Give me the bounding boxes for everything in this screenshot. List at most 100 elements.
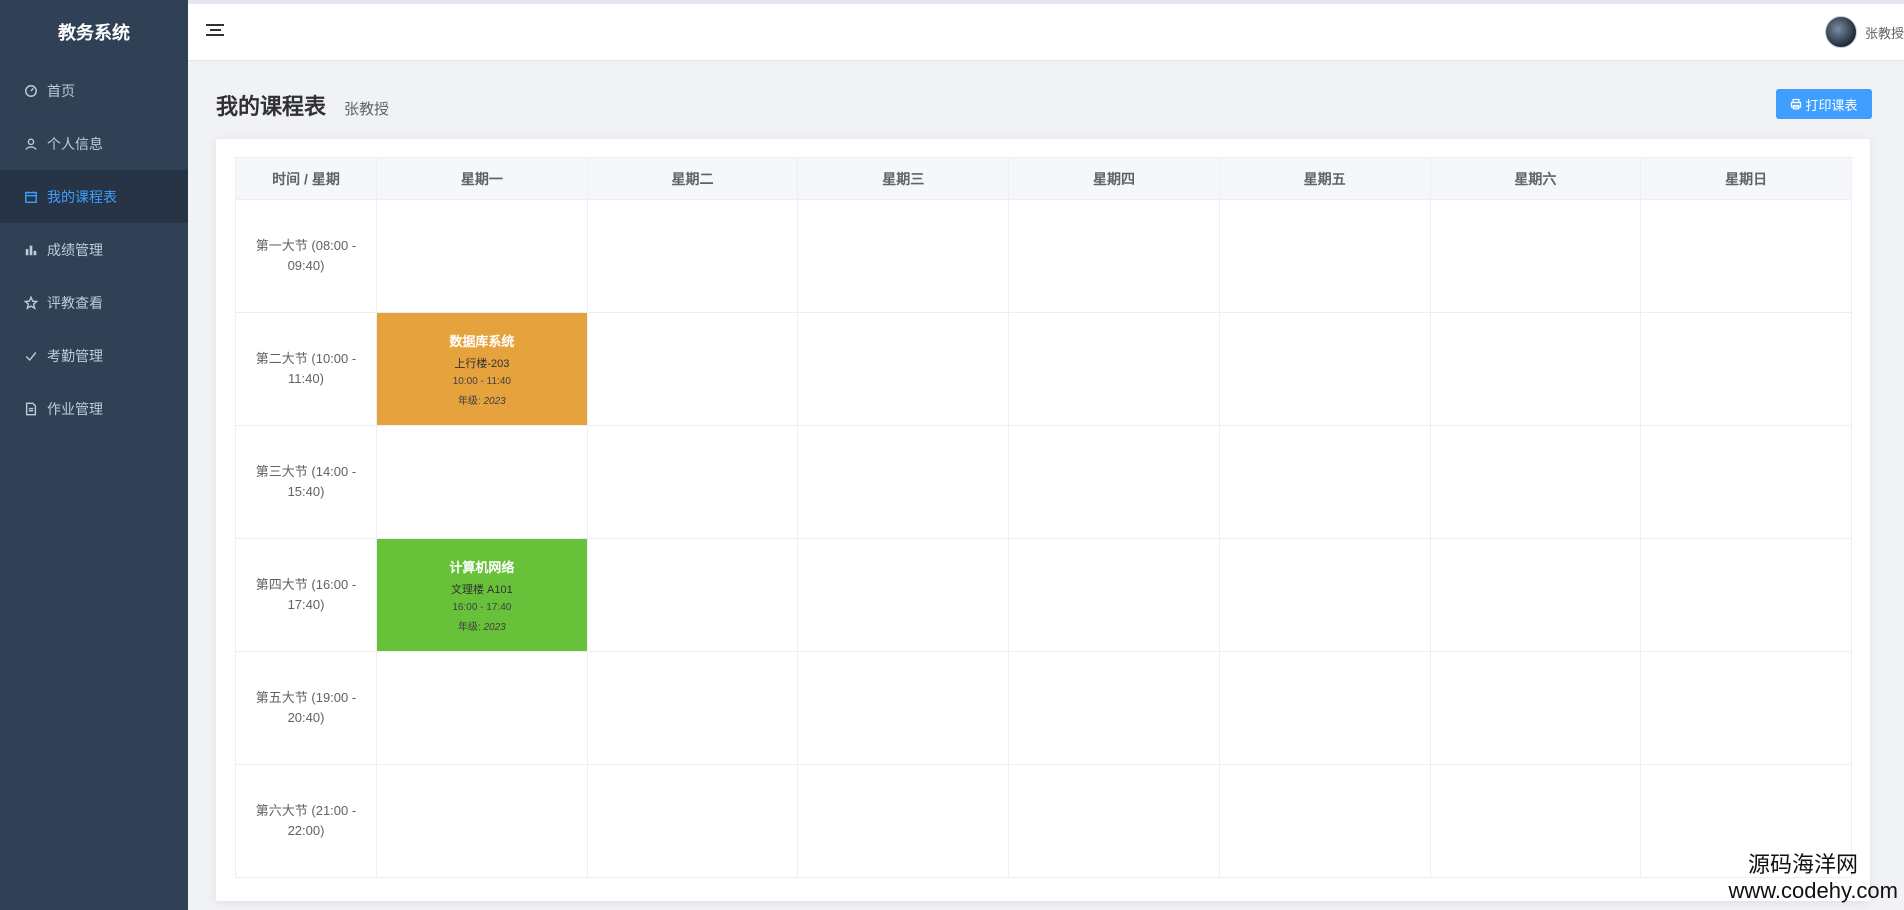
app-brand: 教务系统 bbox=[58, 23, 130, 43]
schedule-cell[interactable] bbox=[1008, 651, 1220, 765]
sidebar-menu: 首页 个人信息 我的课程表 成绩管理 评教查看 考勤管理 作业管理 bbox=[0, 64, 188, 435]
document-icon bbox=[23, 401, 39, 417]
sidebar-item-grades[interactable]: 成绩管理 bbox=[0, 223, 188, 276]
dashboard-icon bbox=[23, 83, 39, 99]
page-header: 我的课程表 张教授 bbox=[216, 89, 389, 121]
avatar[interactable] bbox=[1824, 16, 1857, 48]
table-row: 第五大节 (19:00 - 20:40) bbox=[235, 651, 1852, 765]
period-label: 第六大节 (21:00 - 22:00) bbox=[235, 764, 377, 878]
schedule-cell[interactable] bbox=[1008, 425, 1220, 539]
period-label: 第五大节 (19:00 - 20:40) bbox=[235, 651, 377, 765]
schedule-cell[interactable] bbox=[797, 312, 1010, 426]
schedule-cell[interactable] bbox=[1429, 312, 1642, 426]
sidebar-item-label: 成绩管理 bbox=[47, 241, 103, 258]
course-name: 数据库系统 bbox=[449, 334, 515, 349]
page-subtitle: 张教授 bbox=[344, 101, 390, 118]
period-label: 第一大节 (08:00 - 09:40) bbox=[235, 199, 377, 313]
table-row: 第六大节 (21:00 - 22:00) bbox=[235, 764, 1852, 878]
schedule-cell[interactable] bbox=[376, 764, 588, 878]
schedule-cell[interactable] bbox=[1218, 199, 1431, 313]
schedule-cell[interactable]: 计算机网络 文理楼 A101 16:00 - 17:40 年级: 2023 bbox=[376, 538, 588, 652]
schedule-cell[interactable] bbox=[797, 764, 1010, 878]
day-header-tue: 星期二 bbox=[586, 157, 799, 200]
course-grade: 年级: 2023 bbox=[457, 396, 506, 407]
schedule-table: 时间 / 星期 星期一 星期二 星期三 星期四 星期五 星期六 星期日 第一大节… bbox=[235, 157, 1852, 878]
table-row: 第一大节 (08:00 - 09:40) bbox=[235, 199, 1852, 313]
course-time: 10:00 - 11:40 bbox=[452, 376, 511, 387]
sidebar-item-attendance[interactable]: 考勤管理 bbox=[0, 329, 188, 382]
course-room: 文理楼 A101 bbox=[450, 584, 513, 596]
schedule-cell[interactable] bbox=[797, 199, 1010, 313]
schedule-cell[interactable] bbox=[1218, 764, 1431, 878]
sidebar-item-label: 评教查看 bbox=[47, 294, 103, 311]
schedule-cell[interactable] bbox=[586, 538, 799, 652]
schedule-cell[interactable] bbox=[1218, 651, 1431, 765]
schedule-cell[interactable] bbox=[1429, 651, 1642, 765]
schedule-cell[interactable] bbox=[1640, 651, 1852, 765]
printer-icon bbox=[1791, 98, 1802, 110]
course-grade: 年级: 2023 bbox=[457, 622, 506, 633]
table-row: 第三大节 (14:00 - 15:40) bbox=[235, 425, 1852, 539]
day-header-sat: 星期六 bbox=[1429, 157, 1642, 200]
print-button-label: 打印课表 bbox=[1805, 97, 1858, 113]
period-label: 第二大节 (10:00 - 11:40) bbox=[235, 312, 377, 426]
schedule-cell[interactable] bbox=[1640, 425, 1852, 539]
sidebar-item-label: 个人信息 bbox=[47, 135, 103, 152]
course-room: 上行楼-203 bbox=[454, 358, 510, 370]
sidebar-item-label: 我的课程表 bbox=[47, 188, 117, 205]
period-label: 第四大节 (16:00 - 17:40) bbox=[235, 538, 377, 652]
schedule-cell[interactable] bbox=[1008, 312, 1220, 426]
schedule-cell[interactable] bbox=[1218, 538, 1431, 652]
schedule-cell[interactable] bbox=[586, 312, 799, 426]
schedule-cell[interactable] bbox=[797, 425, 1010, 539]
sidebar-item-home[interactable]: 首页 bbox=[0, 64, 188, 117]
schedule-cell[interactable] bbox=[1218, 425, 1431, 539]
user-name[interactable]: 张教授 bbox=[1865, 23, 1904, 42]
sidebar-item-label: 作业管理 bbox=[47, 400, 103, 417]
sidebar-item-evaluation[interactable]: 评教查看 bbox=[0, 276, 188, 329]
schedule-cell[interactable] bbox=[1429, 425, 1642, 539]
schedule-cell[interactable] bbox=[1640, 199, 1852, 313]
schedule-cell[interactable] bbox=[1008, 538, 1220, 652]
day-header-mon: 星期一 bbox=[376, 157, 588, 200]
schedule-cell[interactable] bbox=[586, 425, 799, 539]
schedule-cell[interactable] bbox=[1218, 312, 1431, 426]
user-icon bbox=[23, 136, 39, 152]
course-block-network[interactable]: 计算机网络 文理楼 A101 16:00 - 17:40 年级: 2023 bbox=[377, 539, 587, 651]
course-block-database[interactable]: 数据库系统 上行楼-203 10:00 - 11:40 年级: 2023 bbox=[377, 313, 587, 425]
schedule-cell[interactable] bbox=[586, 764, 799, 878]
main-content: 我的课程表 张教授 打印课表 时间 / 星期 星期一 星期二 星期三 星期四 星… bbox=[188, 61, 1904, 910]
schedule-cell[interactable] bbox=[376, 199, 588, 313]
schedule-cell[interactable] bbox=[1429, 538, 1642, 652]
menu-toggle-icon[interactable] bbox=[206, 24, 224, 40]
sidebar-item-homework[interactable]: 作业管理 bbox=[0, 382, 188, 435]
schedule-cell[interactable] bbox=[1640, 312, 1852, 426]
schedule-cell[interactable] bbox=[376, 425, 588, 539]
star-icon bbox=[23, 295, 39, 311]
schedule-cell[interactable] bbox=[1640, 538, 1852, 652]
watermark-line2: www.codehy.com bbox=[1728, 878, 1898, 903]
schedule-cell[interactable] bbox=[1429, 764, 1642, 878]
top-header: 张教授 bbox=[188, 0, 1904, 61]
schedule-cell[interactable] bbox=[1429, 199, 1642, 313]
sidebar-item-profile[interactable]: 个人信息 bbox=[0, 117, 188, 170]
schedule-card: 时间 / 星期 星期一 星期二 星期三 星期四 星期五 星期六 星期日 第一大节… bbox=[216, 139, 1870, 901]
sidebar-item-label: 考勤管理 bbox=[47, 347, 103, 364]
corner-header: 时间 / 星期 bbox=[235, 157, 377, 200]
schedule-cell[interactable] bbox=[1008, 764, 1220, 878]
watermark: 源码海洋网 www.codehy.com bbox=[1728, 852, 1898, 904]
print-schedule-button[interactable]: 打印课表 bbox=[1776, 89, 1872, 119]
course-name: 计算机网络 bbox=[449, 560, 515, 575]
day-header-fri: 星期五 bbox=[1218, 157, 1431, 200]
calendar-icon bbox=[23, 189, 39, 205]
schedule-cell[interactable] bbox=[586, 651, 799, 765]
sidebar-item-my-schedule[interactable]: 我的课程表 bbox=[0, 170, 188, 223]
user-menu[interactable]: 张教授 bbox=[1824, 16, 1904, 48]
schedule-cell[interactable] bbox=[797, 538, 1010, 652]
table-row: 第二大节 (10:00 - 11:40) 数据库系统 上行楼-203 10:00… bbox=[235, 312, 1852, 426]
schedule-cell[interactable] bbox=[1008, 199, 1220, 313]
schedule-cell[interactable] bbox=[797, 651, 1010, 765]
schedule-cell[interactable] bbox=[586, 199, 799, 313]
schedule-cell[interactable]: 数据库系统 上行楼-203 10:00 - 11:40 年级: 2023 bbox=[376, 312, 588, 426]
schedule-cell[interactable] bbox=[376, 651, 588, 765]
